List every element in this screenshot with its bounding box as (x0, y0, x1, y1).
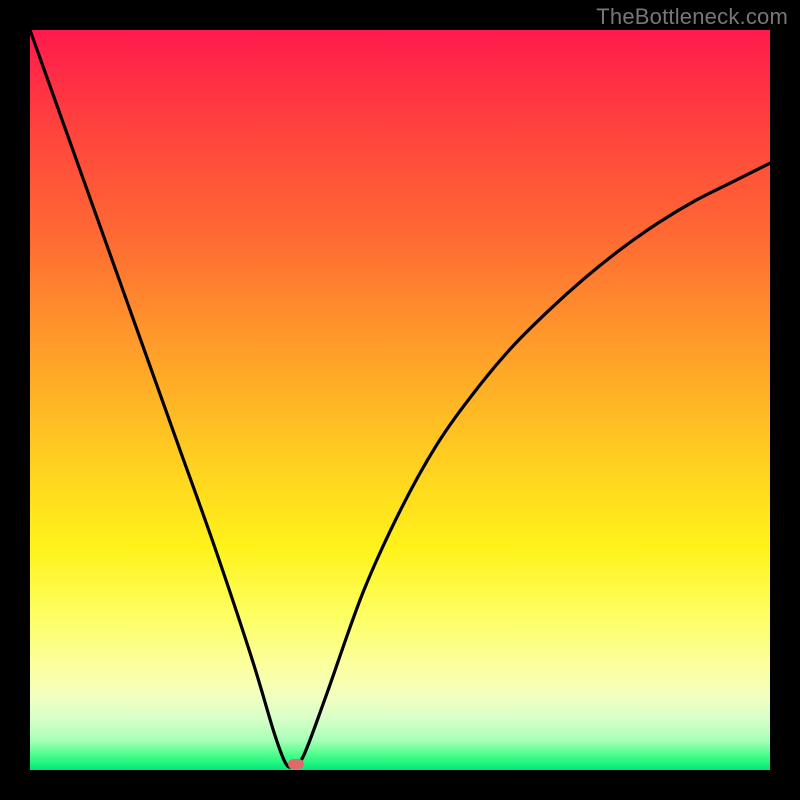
bottleneck-curve (30, 30, 770, 767)
optimum-marker (288, 759, 304, 769)
plot-area (30, 30, 770, 770)
watermark-text: TheBottleneck.com (596, 4, 788, 30)
curve-svg (30, 30, 770, 770)
chart-frame: TheBottleneck.com (0, 0, 800, 800)
